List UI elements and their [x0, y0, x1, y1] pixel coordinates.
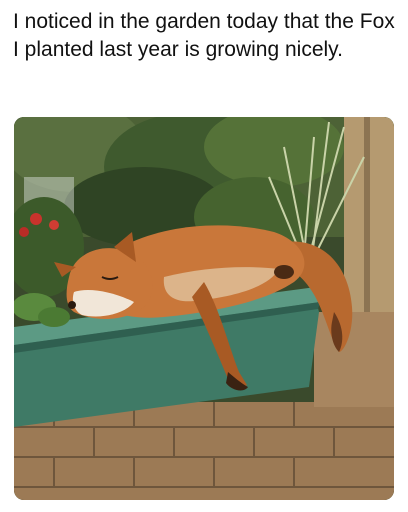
meme-post: I noticed in the garden today that the F… [0, 0, 408, 512]
fox-photo [14, 117, 394, 500]
fox-photo-illustration [14, 117, 394, 500]
post-caption: I noticed in the garden today that the F… [13, 10, 395, 61]
